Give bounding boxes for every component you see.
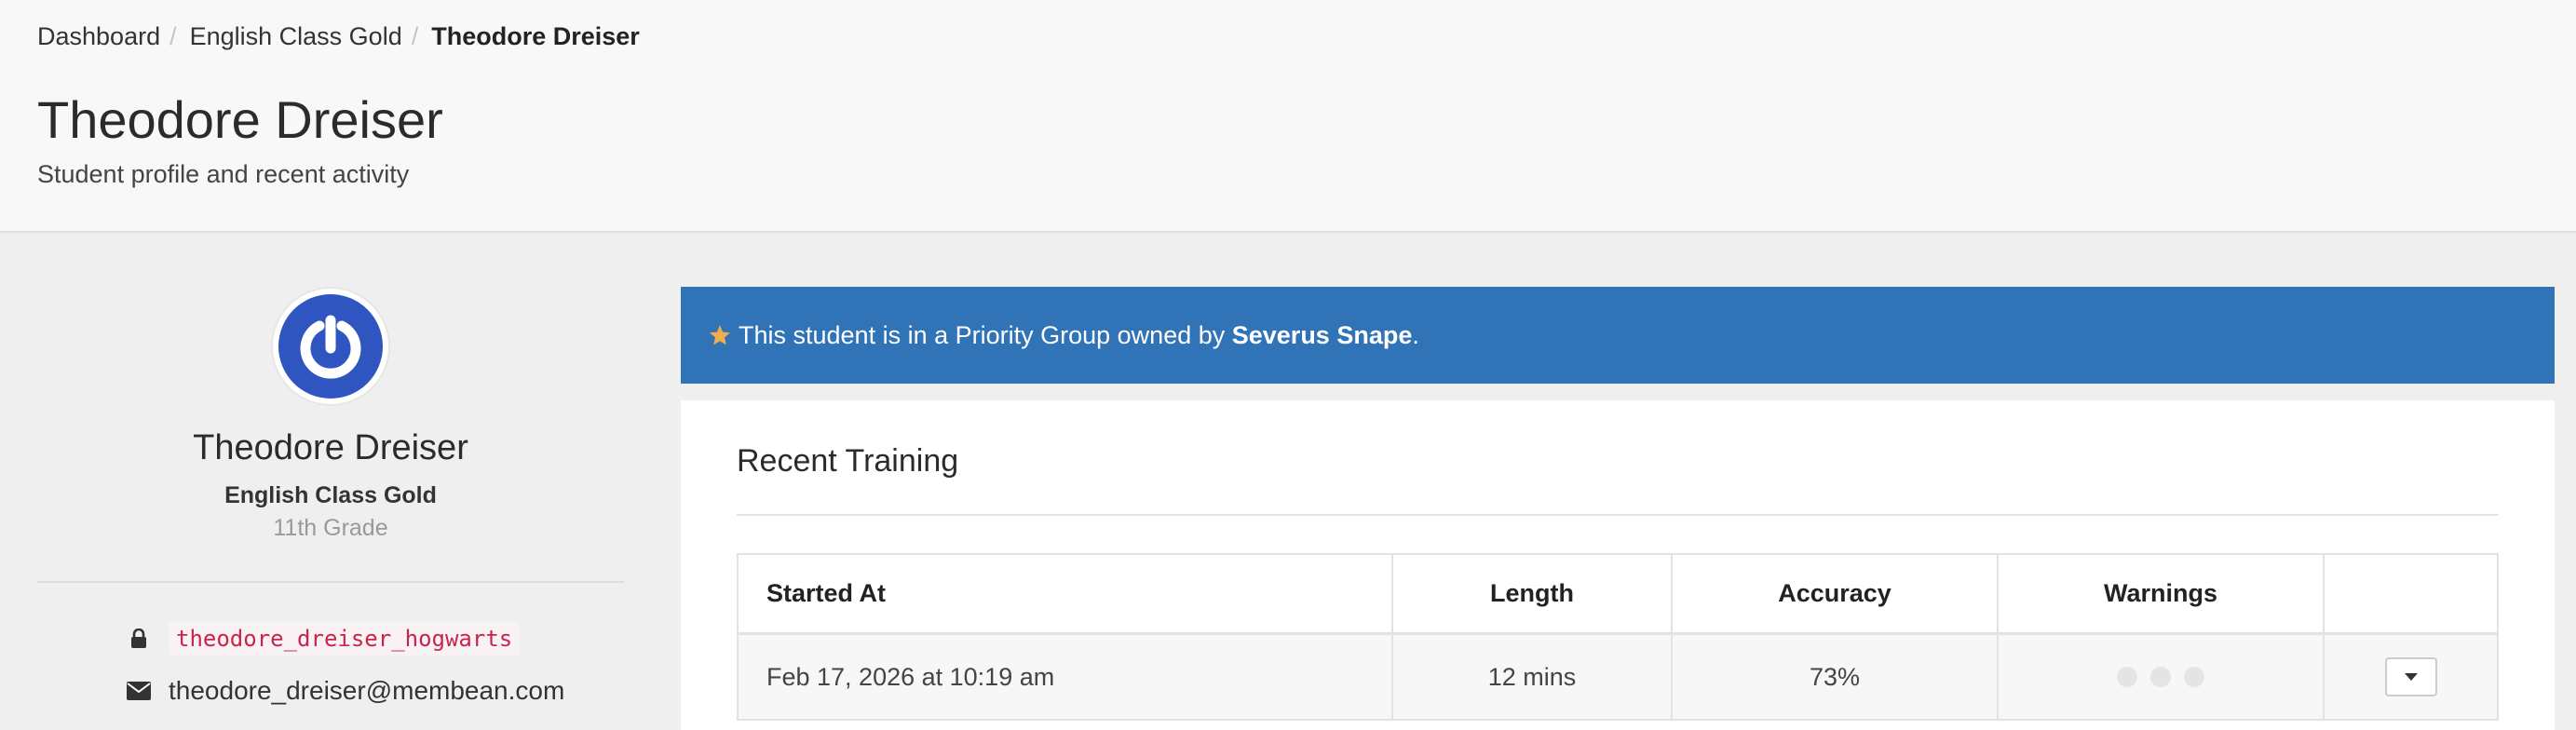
student-profile-card: Theodore Dreiser English Class Gold 11th… xyxy=(37,233,624,730)
column-header-actions xyxy=(2325,555,2497,632)
power-icon xyxy=(278,294,383,399)
cell-warnings xyxy=(1999,635,2325,719)
breadcrumb-class[interactable]: English Class Gold xyxy=(190,22,402,51)
column-header-accuracy: Accuracy xyxy=(1673,555,1999,632)
column-header-length: Length xyxy=(1393,555,1673,632)
email-row: theodore_dreiser@membean.com xyxy=(126,676,564,706)
page-header: Dashboard / English Class Gold / Theodor… xyxy=(0,0,2576,233)
panel-title: Recent Training xyxy=(737,443,959,479)
alert-owner: Severus Snape xyxy=(1231,320,1413,349)
avatar xyxy=(273,289,388,404)
student-name: Theodore Dreiser xyxy=(193,428,468,467)
breadcrumb-separator: / xyxy=(411,22,419,50)
training-table: Started At Length Accuracy Warnings Feb … xyxy=(737,553,2499,721)
table-header-row: Started At Length Accuracy Warnings xyxy=(739,555,2497,635)
username: theodore_dreiser_hogwarts xyxy=(169,622,521,656)
breadcrumb-dashboard[interactable]: Dashboard xyxy=(37,22,160,51)
row-actions-dropdown-button[interactable] xyxy=(2384,657,2437,696)
warning-indicators xyxy=(2117,667,2204,687)
cell-length: 12 mins xyxy=(1393,635,1673,719)
divider xyxy=(737,514,2499,516)
recent-training-panel: Recent Training Started At Length Accura… xyxy=(681,400,2555,730)
table-row: Feb 17, 2026 at 10:19 am 12 mins 73% xyxy=(739,635,2497,721)
star-icon xyxy=(709,324,731,346)
breadcrumb-separator: / xyxy=(169,22,177,50)
email-address[interactable]: theodore_dreiser@membean.com xyxy=(169,676,564,706)
caret-down-icon xyxy=(2404,673,2418,681)
column-header-warnings: Warnings xyxy=(1999,555,2325,632)
student-class: English Class Gold xyxy=(224,482,437,508)
page-title: Theodore Dreiser xyxy=(37,90,443,149)
lock-icon xyxy=(126,626,152,652)
student-grade: 11th Grade xyxy=(273,515,388,541)
envelope-icon xyxy=(126,678,152,704)
alert-suffix: . xyxy=(1412,320,1419,349)
warning-dot xyxy=(2150,667,2171,687)
page-subtitle: Student profile and recent activity xyxy=(37,160,410,188)
breadcrumb: Dashboard / English Class Gold / Theodor… xyxy=(37,22,640,51)
alert-text: This student is in a Priority Group owne… xyxy=(739,320,1232,349)
cell-accuracy: 73% xyxy=(1673,635,1999,719)
warning-dot xyxy=(2117,667,2137,687)
divider xyxy=(37,581,624,583)
username-row: theodore_dreiser_hogwarts xyxy=(126,622,521,656)
column-header-started-at: Started At xyxy=(739,555,1393,632)
cell-started-at: Feb 17, 2026 at 10:19 am xyxy=(739,635,1393,719)
cell-actions xyxy=(2325,635,2497,719)
breadcrumb-current: Theodore Dreiser xyxy=(431,22,640,50)
priority-group-alert: This student is in a Priority Group owne… xyxy=(681,287,2555,384)
warning-dot xyxy=(2184,667,2204,687)
